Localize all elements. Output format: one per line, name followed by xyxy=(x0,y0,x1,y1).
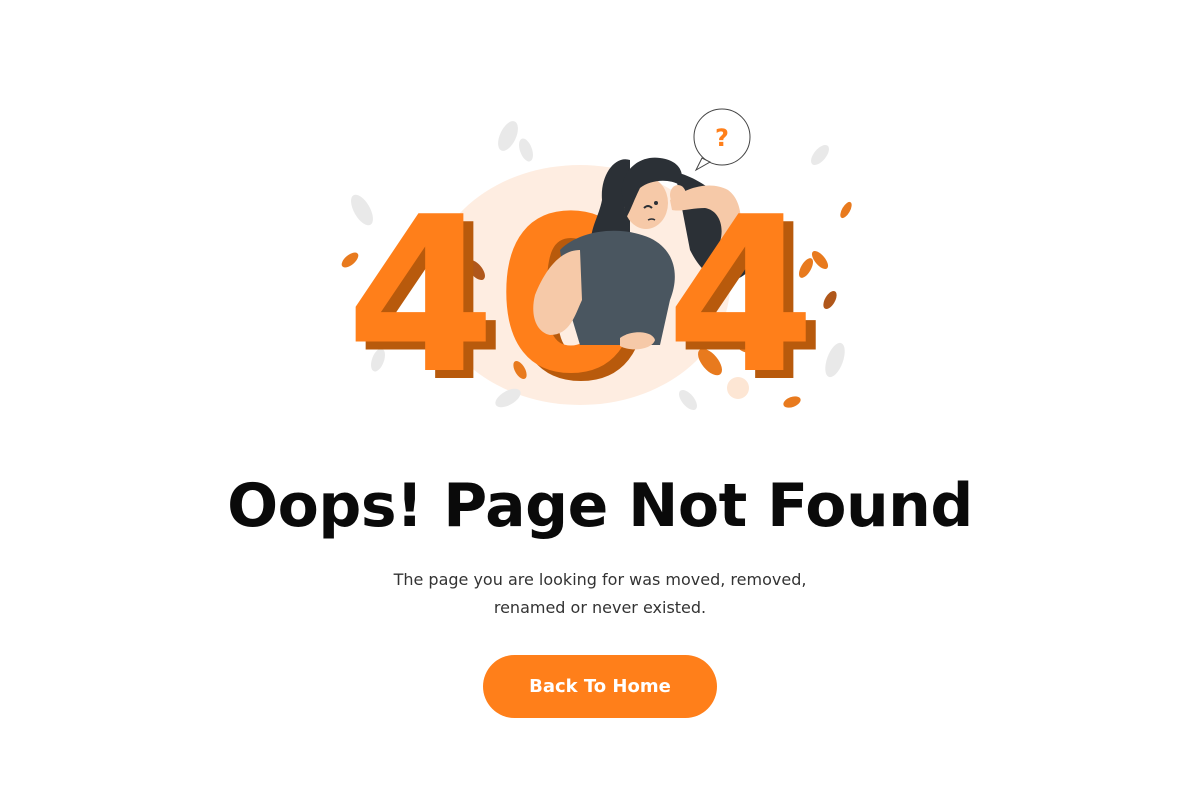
error-message-line: renamed or never existed. xyxy=(493,598,707,617)
question-mark-icon: ? xyxy=(715,124,729,152)
digit-four-left-face: 4 xyxy=(346,170,496,421)
back-to-home-button[interactable]: Back To Home xyxy=(483,655,717,718)
page-title: Oops! Page Not Found xyxy=(227,471,973,541)
digit-four-left: 4 4 xyxy=(346,170,506,429)
error-message-line: The page you are looking for was moved, … xyxy=(393,570,807,589)
digit-four-right: 4 4 xyxy=(666,170,826,429)
not-found-page: 4 4 0 0 xyxy=(0,0,1200,800)
digit-four-right-face: 4 xyxy=(666,170,816,421)
question-bubble: ? xyxy=(693,108,751,172)
404-illustration: 4 4 0 0 xyxy=(330,100,870,430)
error-message: The page you are looking for was moved, … xyxy=(350,566,850,622)
